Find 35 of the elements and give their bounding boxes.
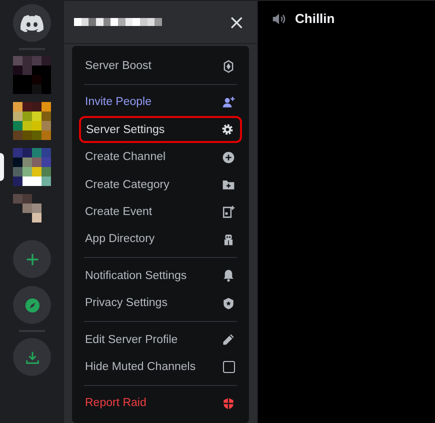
channel-name: Chillin — [295, 11, 335, 26]
game-controller-icon — [20, 14, 44, 32]
settings-icon — [221, 123, 234, 136]
robot-icon — [222, 232, 235, 246]
add-server-button[interactable] — [13, 240, 51, 278]
download-button[interactable] — [13, 338, 51, 376]
menu-item[interactable]: App Directory — [80, 226, 241, 254]
compass-icon — [24, 298, 40, 313]
menu-item[interactable]: Report Raid — [80, 390, 241, 417]
menu-item[interactable]: Hide Muted Channels — [80, 353, 241, 381]
close-button[interactable]: × — [228, 12, 245, 32]
speaker-icon — [272, 12, 286, 26]
shield-icon — [222, 396, 235, 410]
menu-item[interactable]: Edit Server Profile — [80, 326, 241, 354]
menu-item[interactable]: Create Channel — [80, 143, 241, 171]
calendar-plus-icon — [222, 205, 235, 218]
add-circle-icon — [222, 150, 235, 164]
menu-item[interactable]: Notification Settings — [80, 262, 241, 290]
folder-plus-icon — [222, 178, 235, 192]
gem-icon — [222, 60, 235, 72]
bell-icon — [222, 269, 235, 282]
explore-button[interactable] — [13, 286, 51, 324]
checkbox[interactable] — [223, 360, 235, 373]
add-user-icon — [222, 96, 235, 109]
plus-icon — [24, 252, 40, 267]
menu-item[interactable]: Server Boost — [80, 52, 241, 80]
pencil-icon — [222, 333, 235, 346]
menu-item[interactable]: Invite People — [80, 88, 241, 116]
download-icon — [24, 350, 40, 365]
shield-icon — [222, 296, 235, 310]
menu-item[interactable]: Server Settings — [79, 116, 242, 144]
menu-item[interactable]: Create Category — [80, 170, 241, 198]
menu-item[interactable]: Create Event — [80, 198, 241, 226]
menu-item[interactable]: Privacy Settings — [80, 289, 241, 317]
home-button[interactable] — [13, 4, 51, 42]
